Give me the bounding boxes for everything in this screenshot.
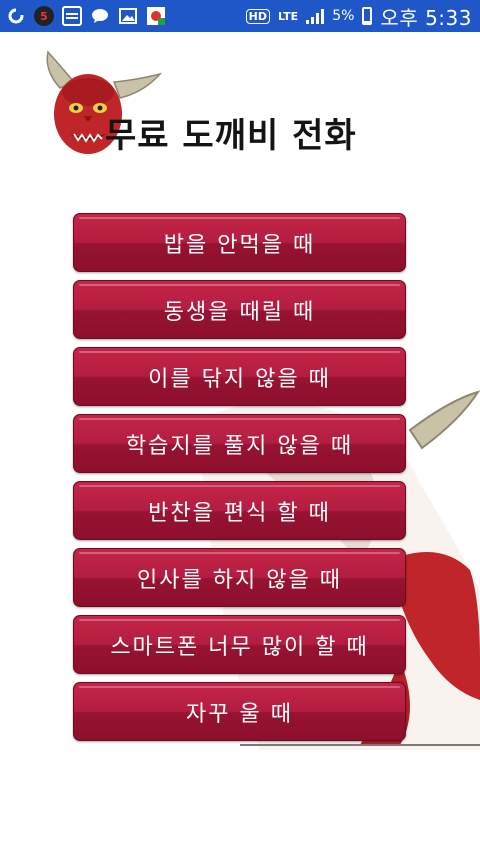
system-indicators: HD LTE 5% 오후 5:33 — [245, 2, 472, 31]
menu-button-crying[interactable]: 자꾸 울 때 — [73, 682, 406, 741]
network-type: LTE — [277, 9, 299, 23]
badge-5-icon: 5 — [34, 6, 54, 26]
call-menu: 밥을 안먹을 때 동생을 때릴 때 이를 닦지 않을 때 학습지를 풀지 않을 … — [73, 213, 406, 749]
image-icon — [118, 6, 138, 26]
status-bar: 5 HD LTE 5% 오후 5:33 — [0, 0, 480, 32]
notification-icons: 5 — [6, 6, 166, 26]
signal-icon — [306, 8, 325, 24]
message-icon — [62, 6, 82, 26]
menu-button-not-studying[interactable]: 학습지를 풀지 않을 때 — [73, 414, 406, 473]
menu-button-not-eating[interactable]: 밥을 안먹을 때 — [73, 213, 406, 272]
menu-button-not-greeting[interactable]: 인사를 하지 않을 때 — [73, 548, 406, 607]
battery-icon — [362, 7, 373, 25]
security-icon — [146, 6, 166, 26]
menu-button-picky-eating[interactable]: 반찬을 편식 할 때 — [73, 481, 406, 540]
chat-icon — [90, 6, 110, 26]
menu-button-too-much-phone[interactable]: 스마트폰 너무 많이 할 때 — [73, 615, 406, 674]
app-title: 무료 도깨비 전화 — [105, 116, 357, 156]
battery-percent: 5% — [332, 8, 355, 24]
app-header: 무료 도깨비 전화 — [40, 48, 440, 168]
sync-icon — [6, 6, 26, 26]
clock: 오후 5:33 — [380, 5, 472, 30]
menu-button-hitting-sibling[interactable]: 동생을 때릴 때 — [73, 280, 406, 339]
menu-button-not-brushing[interactable]: 이를 닦지 않을 때 — [73, 347, 406, 406]
hd-voice-icon: HD — [245, 8, 270, 24]
